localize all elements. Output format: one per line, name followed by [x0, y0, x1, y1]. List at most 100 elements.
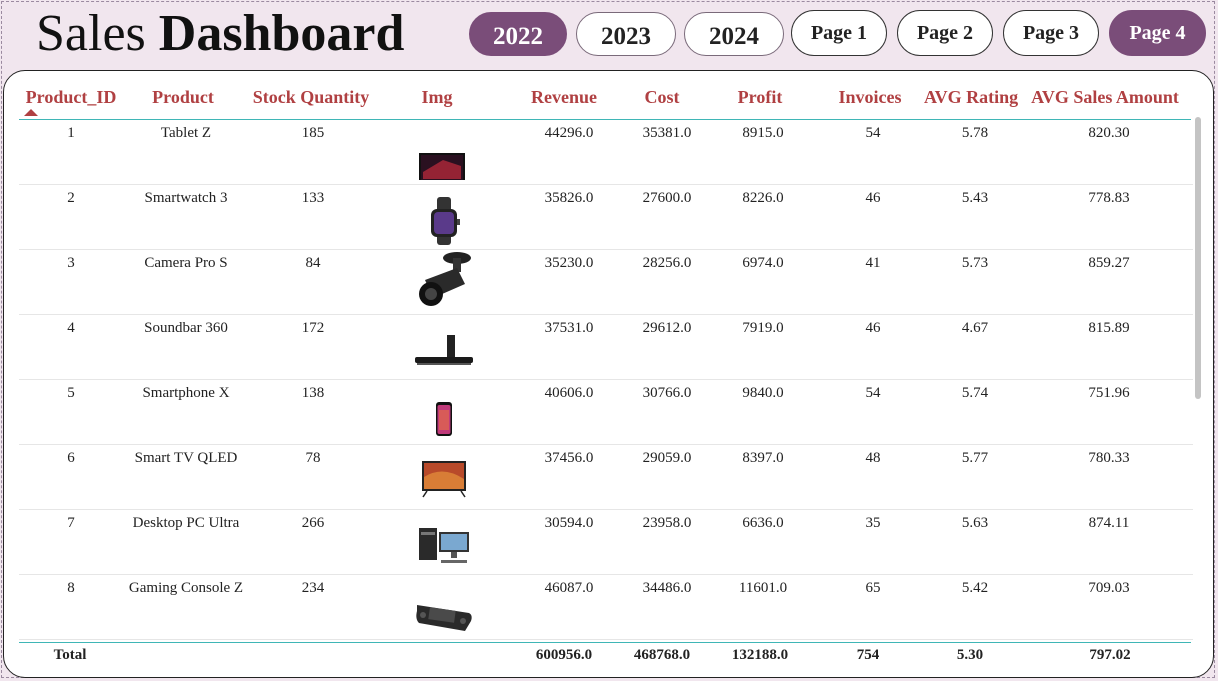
header-avg-sales-amount[interactable]: AVG Sales Amount [1030, 87, 1180, 108]
cell-revenue: 35826.0 [544, 190, 594, 206]
cell-stock: 133 [301, 190, 325, 206]
cell-cost: 30766.0 [642, 385, 692, 401]
header-revenue[interactable]: Revenue [522, 87, 606, 108]
header-img[interactable]: Img [398, 87, 476, 108]
cell-product: Tablet Z [160, 125, 212, 141]
cell-product: Smart TV QLED [134, 450, 238, 466]
cell-invoices: 54 [865, 125, 881, 141]
cell-product: Smartwatch 3 [144, 190, 228, 206]
cell-invoices: 35 [865, 515, 881, 531]
cell-cost: 35381.0 [642, 125, 692, 141]
header-avg-rating[interactable]: AVG Rating [924, 87, 1018, 108]
header-profit[interactable]: Profit [722, 87, 798, 108]
cell-avg-sales: 874.11 [1088, 515, 1130, 531]
cell-invoices: 48 [865, 450, 881, 466]
cell-revenue: 30594.0 [544, 515, 594, 531]
cell-cost: 29612.0 [642, 320, 692, 336]
cell-revenue: 46087.0 [544, 580, 594, 596]
cell-avg-sales: 820.30 [1088, 125, 1130, 141]
cell-stock: 185 [301, 125, 325, 141]
cell-revenue: 37531.0 [544, 320, 594, 336]
header-product-id[interactable]: Product_ID [24, 87, 118, 108]
title-light: Sales [36, 5, 146, 62]
header-cost[interactable]: Cost [624, 87, 700, 108]
cell-product-id: 5 [67, 385, 75, 401]
cell-profit: 7919.0 [742, 320, 784, 336]
cell-stock: 172 [301, 320, 325, 336]
table-row[interactable]: 2 Smartwatch 3 133 35826.0 27600.0 8226.… [19, 185, 1193, 250]
cell-invoices: 54 [865, 385, 881, 401]
cell-profit: 8397.0 [742, 450, 784, 466]
cell-cost: 29059.0 [642, 450, 692, 466]
cell-cost: 34486.0 [642, 580, 692, 596]
title-bold: Dashboard [158, 5, 405, 62]
cell-avg-sales: 815.89 [1088, 320, 1130, 336]
year-button-2022[interactable]: 2022 [469, 12, 567, 56]
page-button-3[interactable]: Page 3 [1003, 10, 1099, 56]
cell-product-id: 1 [67, 125, 75, 141]
cell-product: Desktop PC Ultra [132, 515, 240, 531]
cell-avg-sales: 751.96 [1088, 385, 1130, 401]
table-row[interactable]: 6 Smart TV QLED 78 37456.0 29059.0 8397.… [19, 445, 1193, 510]
cell-product: Soundbar 360 [144, 320, 228, 336]
total-avg-rating: 5.30 [956, 647, 984, 663]
total-label: Total [53, 647, 87, 663]
year-button-2023[interactable]: 2023 [576, 12, 676, 56]
table-row[interactable]: 8 Gaming Console Z 234 46087.0 34486.0 1… [19, 575, 1193, 640]
cell-profit: 8915.0 [742, 125, 784, 141]
smartwatch-icon [413, 197, 475, 245]
cell-cost: 28256.0 [642, 255, 692, 271]
smartphone-icon [413, 392, 475, 440]
cell-avg-sales: 709.03 [1088, 580, 1130, 596]
cell-avg-rating: 5.74 [961, 385, 989, 401]
year-button-2024[interactable]: 2024 [684, 12, 784, 56]
cell-product-id: 4 [67, 320, 75, 336]
cell-product-id: 7 [67, 515, 75, 531]
cell-avg-rating: 5.77 [961, 450, 989, 466]
page-button-1[interactable]: Page 1 [791, 10, 887, 56]
cell-product: Camera Pro S [144, 255, 228, 271]
cell-avg-rating: 5.42 [961, 580, 989, 596]
header-invoices[interactable]: Invoices [826, 87, 914, 108]
desktop-pc-icon [413, 522, 475, 570]
cell-cost: 27600.0 [642, 190, 692, 206]
cell-stock: 84 [305, 255, 321, 271]
cell-profit: 6636.0 [742, 515, 784, 531]
header-product[interactable]: Product [124, 87, 242, 108]
table-row[interactable]: 3 Camera Pro S 84 35230.0 28256.0 6974.0… [19, 250, 1193, 315]
cell-avg-rating: 4.67 [961, 320, 989, 336]
cell-avg-rating: 5.63 [961, 515, 989, 531]
cell-product-id: 6 [67, 450, 75, 466]
tablet-icon [413, 132, 475, 180]
table-row[interactable]: 4 Soundbar 360 172 37531.0 29612.0 7919.… [19, 315, 1193, 380]
cell-stock: 266 [301, 515, 325, 531]
cell-profit: 8226.0 [742, 190, 784, 206]
header-stock-quantity[interactable]: Stock Quantity [248, 87, 374, 108]
cell-product: Gaming Console Z [128, 580, 244, 596]
cell-revenue: 44296.0 [544, 125, 594, 141]
game-console-icon [413, 587, 475, 635]
vertical-scrollbar[interactable] [1195, 117, 1201, 399]
table-body[interactable]: 1 Tablet Z 185 44296.0 35381.0 8915.0 54… [19, 120, 1193, 642]
page-button-2[interactable]: Page 2 [897, 10, 993, 56]
cell-avg-sales: 778.83 [1088, 190, 1130, 206]
table-row[interactable]: 1 Tablet Z 185 44296.0 35381.0 8915.0 54… [19, 120, 1193, 185]
cell-product-id: 8 [67, 580, 75, 596]
cell-stock: 138 [301, 385, 325, 401]
cell-avg-sales: 859.27 [1088, 255, 1130, 271]
table-row[interactable]: 5 Smartphone X 138 40606.0 30766.0 9840.… [19, 380, 1193, 445]
cell-profit: 11601.0 [738, 580, 788, 596]
cell-avg-sales: 780.33 [1088, 450, 1130, 466]
cell-invoices: 46 [865, 190, 881, 206]
page-button-4[interactable]: Page 4 [1109, 10, 1206, 56]
tv-icon [413, 457, 475, 505]
cell-product: Smartphone X [142, 385, 230, 401]
cell-avg-rating: 5.43 [961, 190, 989, 206]
cell-profit: 6974.0 [742, 255, 784, 271]
table-row[interactable]: 7 Desktop PC Ultra 266 30594.0 23958.0 6… [19, 510, 1193, 575]
total-profit: 132188.0 [731, 647, 789, 663]
cell-product-id: 3 [67, 255, 75, 271]
cell-stock: 234 [301, 580, 325, 596]
soundbar-icon [413, 327, 475, 375]
cell-stock: 78 [305, 450, 321, 466]
